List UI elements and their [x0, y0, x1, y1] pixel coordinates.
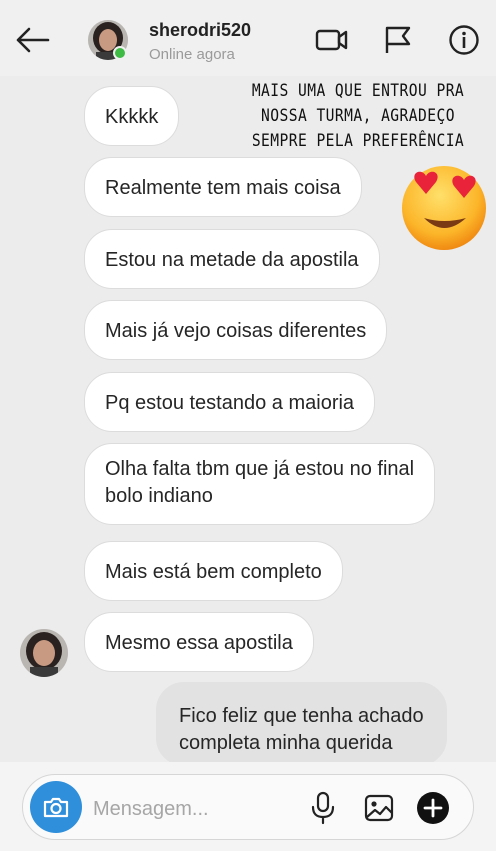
contact-username[interactable]: sherodri520	[149, 20, 251, 41]
sender-avatar[interactable]	[20, 629, 68, 677]
gallery-button[interactable]	[361, 790, 397, 826]
message-text: Mais já vejo coisas diferentes	[105, 320, 367, 342]
message-text: completa minha querida	[179, 732, 393, 754]
message-bubble[interactable]: Mesmo essa apostila	[84, 612, 314, 672]
message-text: bolo indiano	[105, 485, 213, 507]
message-input[interactable]	[93, 796, 293, 822]
heart-eyes-emoji	[398, 160, 490, 252]
message-bubble[interactable]: Estou na metade da apostila	[84, 229, 380, 289]
back-button[interactable]	[10, 20, 54, 60]
message-bubble[interactable]: Olha falta tbm que já estou no final bol…	[84, 443, 436, 525]
info-button[interactable]	[446, 24, 482, 56]
camera-button[interactable]	[30, 781, 82, 833]
caption-line: MAIS UMA QUE ENTROU PRA	[251, 81, 465, 101]
plus-circle-icon	[417, 792, 449, 824]
message-text: Mais está bem completo	[105, 561, 322, 583]
video-camera-icon	[315, 29, 348, 51]
message-text: Estou na metade da apostila	[105, 249, 359, 271]
message-text: Fico feliz que tenha achado	[179, 705, 424, 727]
message-text: Olha falta tbm que já estou no final	[105, 458, 415, 480]
message-bubble[interactable]: Mais está bem completo	[84, 541, 343, 601]
message-bubble[interactable]: Mais já vejo coisas diferentes	[84, 300, 388, 360]
camera-icon	[43, 797, 69, 818]
video-call-button[interactable]	[314, 24, 350, 56]
message-text: Realmente tem mais coisa	[105, 177, 341, 199]
story-caption: MAIS UMA QUE ENTROU PRA NOSSA TURMA, AGR…	[246, 79, 470, 154]
flag-icon	[385, 26, 411, 53]
contact-status: Online agora	[149, 46, 235, 63]
message-text: Pq estou testando a maioria	[105, 392, 355, 414]
image-gallery-icon	[364, 794, 394, 822]
report-button[interactable]	[380, 24, 416, 56]
message-text: Mesmo essa apostila	[105, 632, 293, 654]
message-bubble[interactable]: Kkkkk	[84, 86, 180, 146]
message-bubble[interactable]: Realmente tem mais coisa	[84, 157, 362, 217]
voice-message-button[interactable]	[305, 790, 341, 826]
microphone-icon	[311, 791, 335, 825]
info-icon	[449, 25, 479, 55]
message-text: Kkkkk	[105, 106, 159, 128]
more-options-button[interactable]	[415, 790, 451, 826]
arrow-left-icon	[16, 27, 50, 53]
sent-message-bubble[interactable]: Fico feliz que tenha achado completa min…	[156, 682, 447, 766]
message-bubble[interactable]: Pq estou testando a maioria	[84, 372, 376, 432]
online-indicator	[113, 46, 127, 60]
caption-line: SEMPRE PELA PREFERÊNCIA	[251, 131, 465, 151]
caption-line: NOSSA TURMA, AGRADEÇO	[261, 106, 455, 126]
